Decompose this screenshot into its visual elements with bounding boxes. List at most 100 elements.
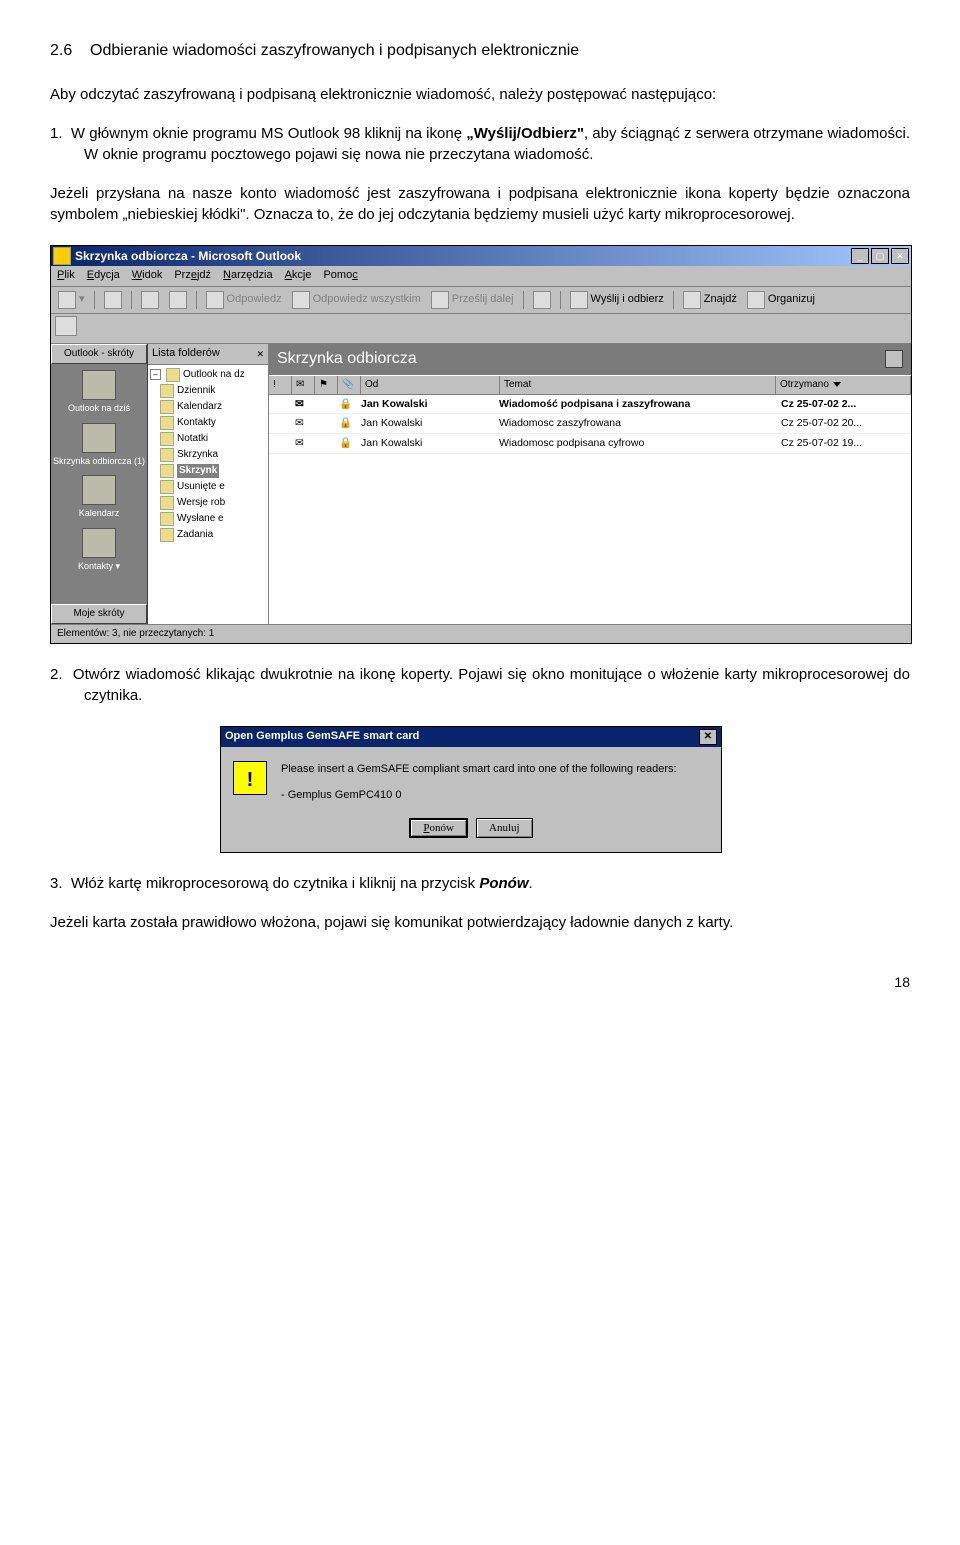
mail-from: Jan Kowalski	[357, 415, 495, 432]
addressbook-button[interactable]	[529, 289, 555, 311]
menu-edycja[interactable]: Edycja	[87, 268, 120, 283]
folder-list-close[interactable]: ✕	[256, 348, 264, 361]
outlook-window: Skrzynka odbiorcza - Microsoft Outlook _…	[50, 245, 912, 644]
menu-pomoc[interactable]: Pomoc	[323, 268, 357, 283]
outlook-menu-bar: PPliklik Edycja Widok Przejdź Narzędzia …	[51, 266, 911, 286]
calendar-folder-icon	[160, 400, 174, 414]
mail-columns: ! ✉ ⚑ 📎 Od Temat Otrzymano	[269, 375, 911, 395]
sort-desc-icon	[833, 382, 841, 387]
addressbook-icon	[533, 291, 551, 309]
gemsafe-dialog: Open Gemplus GemSAFE smart card ✕ Please…	[220, 726, 722, 853]
print-icon	[104, 291, 122, 309]
organize-button[interactable]: Organizuj	[743, 289, 819, 311]
mail-row[interactable]: ✉ 🔒 Jan Kowalski Wiadomosc podpisana cyf…	[269, 434, 911, 454]
reply-all-button[interactable]: Odpowiedz wszystkim	[288, 289, 425, 311]
col-flag[interactable]: ⚑	[315, 376, 338, 394]
tasks-icon	[160, 528, 174, 542]
step-1-number: 1.	[50, 125, 63, 142]
dialog-close-button[interactable]: ✕	[699, 729, 717, 745]
shortcut-outlook-today[interactable]: Outlook na dziś	[51, 370, 147, 415]
shortcut-inbox[interactable]: Skrzynka odbiorcza (1)	[51, 423, 147, 468]
send-receive-button[interactable]: Wyślij i odbierz	[566, 289, 668, 311]
print-button[interactable]	[100, 289, 126, 311]
menu-narzedzia[interactable]: Narzędzia	[223, 268, 273, 283]
shortcut-contacts[interactable]: Kontakty ▾	[51, 528, 147, 573]
move-button[interactable]	[137, 289, 163, 311]
menu-widok[interactable]: Widok	[132, 268, 163, 283]
delete-icon	[169, 291, 187, 309]
step-3-button-name: Ponów	[479, 875, 528, 892]
envelope-icon: ✉	[291, 415, 313, 432]
col-received[interactable]: Otrzymano	[776, 376, 911, 394]
envelope-icon: ✉	[291, 396, 313, 413]
new-mail-icon	[58, 291, 76, 309]
folder-zadania[interactable]: Zadania	[150, 527, 266, 543]
minimize-button[interactable]: _	[851, 248, 869, 264]
intro-paragraph: Aby odczytać zaszyfrowaną i podpisaną el…	[50, 84, 910, 105]
pin-icon[interactable]	[885, 350, 903, 368]
outlook-status-bar: Elementów: 3, nie przeczytanych: 1	[51, 624, 911, 643]
calendar-icon	[82, 475, 116, 505]
contacts-icon	[82, 528, 116, 558]
page-number: 18	[50, 973, 910, 993]
sent-icon	[160, 512, 174, 526]
folder-notatki[interactable]: Notatki	[150, 431, 266, 447]
delete-button[interactable]	[165, 289, 191, 311]
mail-row[interactable]: ✉ 🔒 Jan Kowalski Wiadomość podpisana i z…	[269, 395, 911, 415]
folder-kontakty[interactable]: Kontakty	[150, 415, 266, 431]
reply-icon	[206, 291, 224, 309]
col-subject[interactable]: Temat	[500, 376, 776, 394]
mail-subject: Wiadomość podpisana i zaszyfrowana	[495, 396, 777, 413]
outlook-today-icon	[82, 370, 116, 400]
cancel-button[interactable]: Anuluj	[476, 818, 533, 838]
forward-button[interactable]: Prześlij dalej	[427, 289, 518, 311]
folder-wersje[interactable]: Wersje rob	[150, 495, 266, 511]
dialog-line-2: - Gemplus GemPC410 0	[281, 787, 709, 805]
folder-wyslane[interactable]: Wysłane e	[150, 511, 266, 527]
col-attachment[interactable]: 📎	[338, 376, 361, 394]
step-1-text-a: W głównym oknie programu MS Outlook 98 k…	[71, 125, 466, 142]
col-from[interactable]: Od	[361, 376, 500, 394]
step-3-text-c: .	[529, 875, 533, 892]
folder-dziennik[interactable]: Dziennik	[150, 383, 266, 399]
shortcut-bar-more[interactable]: Moje skróty	[51, 604, 147, 624]
folder-kalendarz[interactable]: Kalendarz	[150, 399, 266, 415]
outlook-shortcut-bar: Outlook - skróty Outlook na dziś Skrzynk…	[51, 344, 148, 624]
find-button[interactable]: Znajdź	[679, 289, 741, 311]
section-title: Odbieranie wiadomości zaszyfrowanych i p…	[90, 42, 579, 59]
mail-date: Cz 25-07-02 19...	[777, 435, 911, 452]
retry-button[interactable]: PPonówonów	[409, 818, 468, 838]
outlook-title: Skrzynka odbiorcza - Microsoft Outlook	[75, 248, 849, 265]
reply-button[interactable]: Odpowiedz	[202, 289, 286, 311]
menu-akcje[interactable]: Akcje	[285, 268, 312, 283]
col-icon[interactable]: ✉	[292, 376, 315, 394]
folder-skrzynka[interactable]: Skrzynka	[150, 447, 266, 463]
shortcut-bar-header[interactable]: Outlook - skróty	[51, 344, 147, 364]
close-button[interactable]: ✕	[891, 248, 909, 264]
toolbar2-icon[interactable]	[55, 316, 77, 336]
new-mail-button[interactable]: ▾	[54, 289, 89, 311]
folder-usuniete[interactable]: Usunięte e	[150, 479, 266, 495]
menu-przejdz[interactable]: Przejdź	[174, 268, 211, 283]
dialog-message: Please insert a GemSAFE compliant smart …	[281, 761, 709, 804]
drafts-icon	[160, 496, 174, 510]
outlook-app-icon	[53, 247, 71, 265]
mail-date: Cz 25-07-02 2...	[777, 396, 911, 413]
mail-date: Cz 25-07-02 20...	[777, 415, 911, 432]
outlook-main-pane: Skrzynka odbiorcza ! ✉ ⚑ 📎 Od Temat Otrz…	[269, 344, 911, 624]
shortcut-calendar[interactable]: Kalendarz	[51, 475, 147, 520]
inbox-icon	[82, 423, 116, 453]
envelope-icon: ✉	[291, 435, 313, 452]
col-importance[interactable]: !	[269, 376, 292, 394]
mail-row[interactable]: ✉ 🔒 Jan Kowalski Wiadomosc zaszyfrowana …	[269, 414, 911, 434]
main-header: Skrzynka odbiorcza	[269, 344, 911, 374]
maximize-button[interactable]: ▢	[871, 248, 889, 264]
mail-subject: Wiadomosc podpisana cyfrowo	[495, 435, 777, 452]
paragraph-2: Jeżeli przysłana na nasze konto wiadomoś…	[50, 183, 910, 225]
folder-skrzynk-selected[interactable]: Skrzynk	[150, 463, 266, 479]
folder-root[interactable]: –Outlook na dz	[150, 367, 266, 383]
step-1: 1. W głównym oknie programu MS Outlook 9…	[50, 123, 910, 165]
menu-plik[interactable]: PPliklik	[57, 268, 75, 283]
lock-icon: 🔒	[335, 435, 357, 452]
dialog-screenshot: Open Gemplus GemSAFE smart card ✕ Please…	[50, 726, 910, 853]
